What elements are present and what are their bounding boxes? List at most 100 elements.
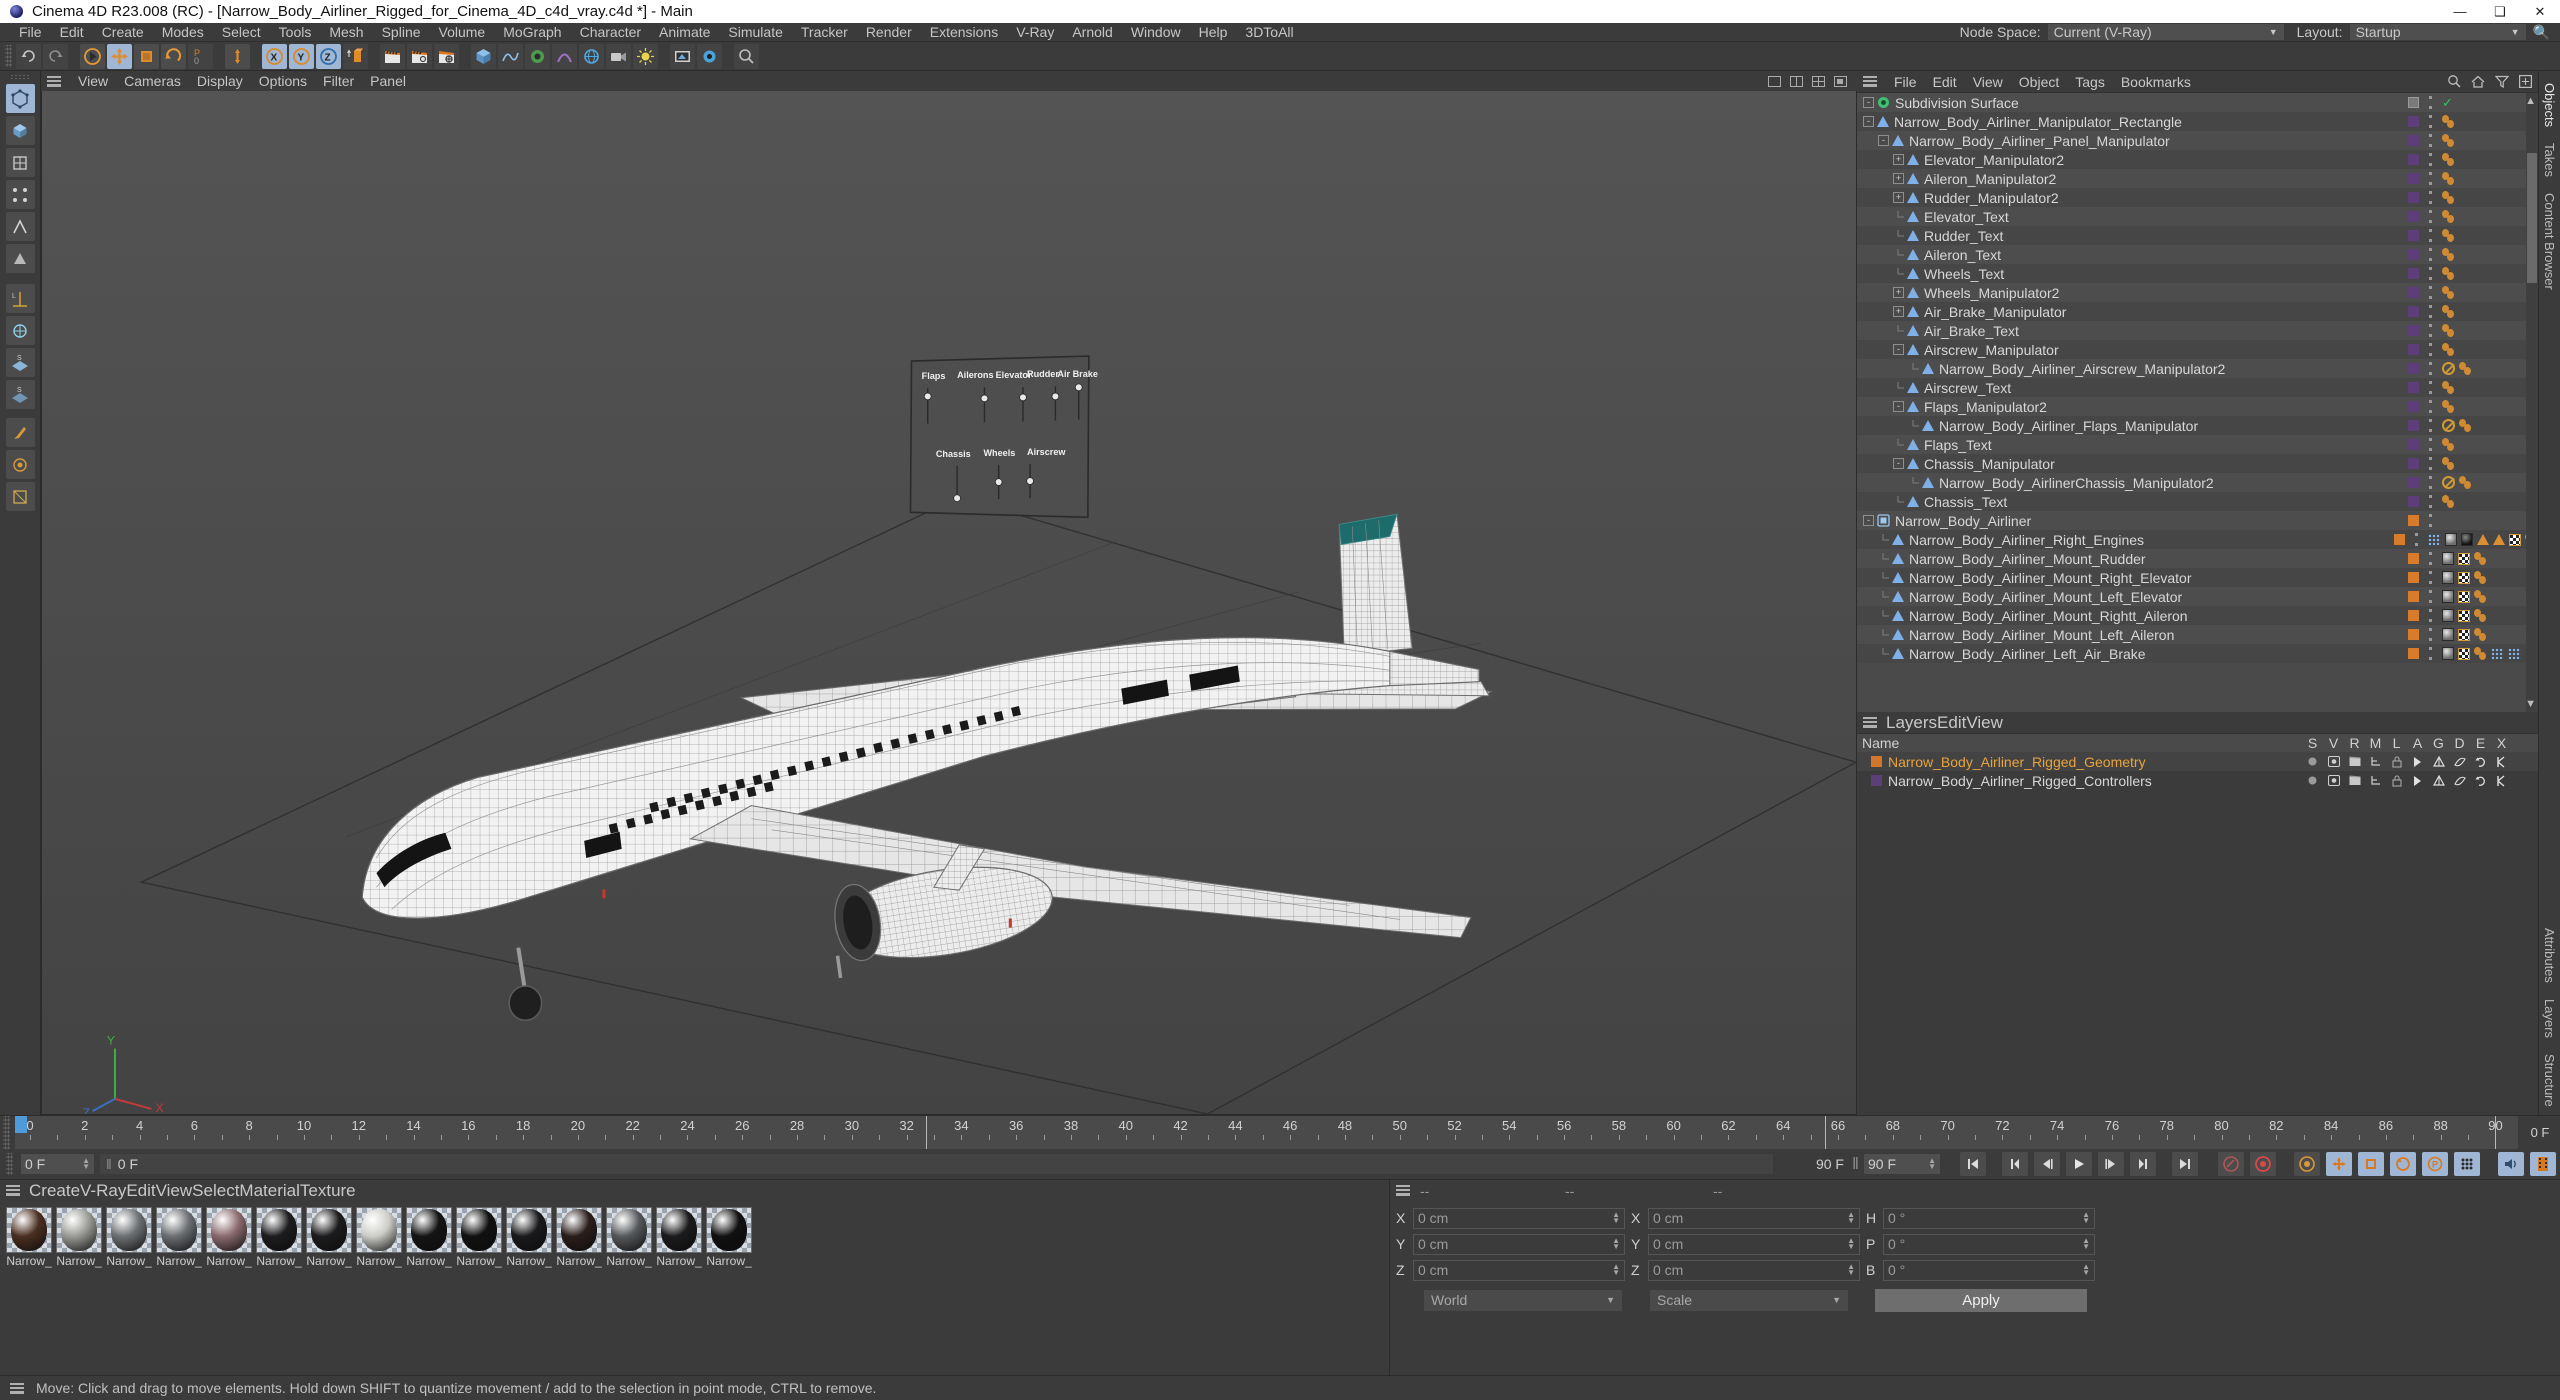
- collapse-icon[interactable]: -: [1863, 116, 1874, 127]
- material-tag-icon[interactable]: [2442, 571, 2454, 584]
- visibility-dots-icon[interactable]: [2429, 267, 2432, 280]
- visible-icon[interactable]: [2323, 756, 2344, 767]
- uvw-tag-icon[interactable]: [2458, 647, 2470, 660]
- xpresso-tag-icon[interactable]: [2442, 114, 2455, 129]
- object-tree-row[interactable]: Narrow_Body_Airliner_Left_Air_Brake: [1857, 644, 2538, 663]
- layer-color-swatch[interactable]: [2407, 192, 2419, 203]
- visibility-dots-icon[interactable]: [2429, 590, 2432, 603]
- playback-grip[interactable]: [6, 1153, 13, 1175]
- workplane-lock-button[interactable]: S: [5, 380, 35, 409]
- object-manager-hamburger-icon[interactable]: [1863, 76, 1877, 87]
- layer-color-swatch[interactable]: [2407, 591, 2419, 602]
- xpresso-tag-icon[interactable]: [2474, 570, 2487, 585]
- xpresso-tag-icon[interactable]: [2474, 646, 2487, 661]
- object-tree-row[interactable]: Rudder_Text: [1857, 226, 2538, 245]
- visibility-dots-icon[interactable]: [2429, 248, 2432, 261]
- scroll-up-icon[interactable]: ▲: [2525, 95, 2536, 107]
- go-to-previous-key-button[interactable]: [2002, 1152, 2028, 1176]
- material-thumbnail[interactable]: [356, 1207, 402, 1253]
- menu-item-mograph[interactable]: MoGraph: [494, 23, 570, 42]
- world-object-axis-button[interactable]: [225, 43, 250, 69]
- object-tree-row[interactable]: - Narrow_Body_Airliner_Manipulator_Rectan…: [1857, 112, 2538, 131]
- material-menu-edit[interactable]: Edit: [126, 1181, 155, 1201]
- object-manager-tree[interactable]: - Subdivision Surface ✓ - Narrow_Body_Airlin…: [1857, 92, 2538, 712]
- layer-color-swatch[interactable]: [2407, 401, 2419, 412]
- object-tree-row[interactable]: + Elevator_Manipulator2: [1857, 150, 2538, 169]
- minimize-button[interactable]: —: [2440, 0, 2480, 23]
- go-to-start-button[interactable]: [1960, 1152, 1986, 1176]
- visibility-dots-icon[interactable]: [2429, 381, 2432, 394]
- tab-objects[interactable]: Objects: [2539, 75, 2560, 135]
- material-tag-icon[interactable]: [2445, 533, 2457, 546]
- rotation-b-field[interactable]: 0 ° ▲ ▼: [1883, 1259, 2095, 1281]
- xpresso-tag-icon[interactable]: [2442, 342, 2455, 357]
- xpresso-tag-icon[interactable]: [2459, 418, 2472, 433]
- viewport-single-view-icon[interactable]: [1768, 75, 1781, 87]
- xpresso-tag-icon[interactable]: [2442, 247, 2455, 262]
- object-tree-scroll-thumb[interactable]: [2527, 153, 2537, 283]
- workplane-button[interactable]: S: [5, 348, 35, 377]
- size-z-field[interactable]: 0 cm ▲ ▼: [1648, 1259, 1860, 1281]
- xpresso-tag-icon[interactable]: [2442, 190, 2455, 205]
- material-thumbnail[interactable]: [56, 1207, 102, 1253]
- xpresso-tag-icon[interactable]: [2459, 361, 2472, 376]
- coordinate-space-dropdown[interactable]: World ▼: [1423, 1288, 1623, 1312]
- material-thumbnail[interactable]: [406, 1207, 452, 1253]
- material-item[interactable]: Narrow_: [556, 1207, 602, 1268]
- timeline-grip[interactable]: [3, 1116, 10, 1149]
- filmstrip-button[interactable]: [2530, 1152, 2556, 1176]
- material-thumbnail[interactable]: [606, 1207, 652, 1253]
- coordinate-mode-dropdown[interactable]: Scale ▼: [1649, 1288, 1849, 1312]
- object-tree-row[interactable]: Flaps_Text: [1857, 435, 2538, 454]
- xpresso-tag-icon[interactable]: [2442, 152, 2455, 167]
- tab-structure[interactable]: Structure: [2539, 1046, 2560, 1115]
- layer-color-swatch[interactable]: [2407, 135, 2419, 146]
- apply-button[interactable]: Apply: [1875, 1288, 2087, 1312]
- scale-tool-button[interactable]: [134, 43, 159, 69]
- layer-color-swatch[interactable]: [2407, 439, 2419, 450]
- object-tree-row[interactable]: Narrow_Body_AirlinerChassis_Manipulator2: [1857, 473, 2538, 492]
- material-thumbnail[interactable]: [106, 1207, 152, 1253]
- material-item[interactable]: Narrow_: [6, 1207, 52, 1268]
- object-menu-tags[interactable]: Tags: [2067, 74, 2113, 90]
- layer-color-swatch[interactable]: [2407, 610, 2419, 621]
- size-x-field[interactable]: 0 cm ▲ ▼: [1648, 1207, 1860, 1229]
- z-axis-lock-button[interactable]: Z: [316, 43, 341, 69]
- menu-item-render[interactable]: Render: [857, 23, 921, 42]
- protection-tag-icon[interactable]: [2442, 362, 2455, 375]
- timeline-ruler[interactable]: 0 2 4 6 8 10 12 14 16 18 20 22 24 26 28 30 32 34 36 38 40 42 4…: [15, 1116, 2518, 1149]
- play-button[interactable]: [2066, 1152, 2092, 1176]
- visibility-dots-icon[interactable]: [2429, 514, 2432, 527]
- menu-item-create[interactable]: Create: [93, 23, 153, 42]
- manager-icon[interactable]: [2365, 756, 2386, 767]
- expand-icon[interactable]: +: [1893, 287, 1904, 298]
- render-view-button[interactable]: [380, 43, 405, 69]
- visibility-dots-icon[interactable]: [2429, 286, 2432, 299]
- layer-color-swatch[interactable]: [2394, 534, 2406, 545]
- xpresso-tag-icon[interactable]: [2442, 133, 2455, 148]
- material-item[interactable]: Narrow_: [306, 1207, 352, 1268]
- visibility-dots-icon[interactable]: [2429, 476, 2432, 489]
- expressions-icon[interactable]: [2491, 755, 2512, 768]
- point-cache-tag-icon[interactable]: [2508, 648, 2521, 659]
- close-button[interactable]: ✕: [2520, 0, 2560, 23]
- step-back-button[interactable]: [2034, 1152, 2060, 1176]
- position-x-field[interactable]: 0 cm ▲ ▼: [1413, 1207, 1625, 1229]
- layer-color-swatch[interactable]: [2407, 97, 2419, 108]
- tab-content-browser[interactable]: Content Browser: [2539, 185, 2560, 298]
- material-thumbnail[interactable]: [306, 1207, 352, 1253]
- xpresso-tag-icon[interactable]: [2442, 437, 2455, 452]
- material-item[interactable]: Narrow_: [656, 1207, 702, 1268]
- menu-item-help[interactable]: Help: [1190, 23, 1237, 42]
- object-tree-row[interactable]: - Chassis_Manipulator: [1857, 454, 2538, 473]
- material-menu-view[interactable]: View: [156, 1181, 193, 1201]
- layer-color-swatch[interactable]: [2407, 287, 2419, 298]
- viewport-menu-panel[interactable]: Panel: [362, 73, 414, 89]
- material-thumbnail[interactable]: [656, 1207, 702, 1253]
- add-generator-button[interactable]: [525, 43, 550, 69]
- layer-menu-view[interactable]: View: [1966, 713, 2003, 733]
- object-tree-row[interactable]: Elevator_Text: [1857, 207, 2538, 226]
- visibility-dots-icon[interactable]: [2429, 419, 2432, 432]
- object-menu-edit[interactable]: Edit: [1925, 74, 1965, 90]
- object-menu-view[interactable]: View: [1965, 74, 2011, 90]
